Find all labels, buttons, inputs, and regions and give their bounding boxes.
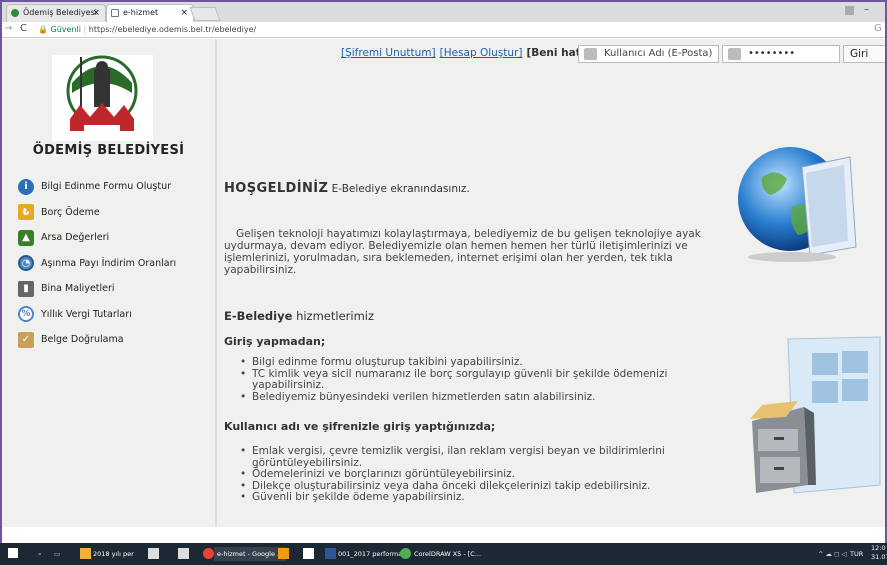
store-icon[interactable]	[178, 548, 189, 559]
reload-icon[interactable]: C	[20, 23, 27, 34]
sidebar-item-label: Yıllık Vergi Tutarları	[41, 308, 132, 320]
page-content: ÖDEMİŞ BELEDİYESİ i Bilgi Edinme Formu O…	[2, 39, 885, 527]
taskbar-item-coreldraw[interactable]: CorelDRAW X5 - [C...	[414, 547, 481, 561]
chrome-icon	[203, 548, 214, 559]
section2-title: Kullanıcı adı ve şifrenizle giriş yaptığ…	[224, 420, 496, 433]
welcome-text: E-Belediye ekranındasınız.	[331, 183, 470, 195]
coreldraw-icon	[400, 548, 411, 559]
list-item: Güvenli bir şekilde ödeme yapabilirsiniz…	[238, 491, 678, 504]
page-icon	[111, 9, 119, 17]
sidebar: ÖDEMİŞ BELEDİYESİ i Bilgi Edinme Formu O…	[2, 39, 215, 527]
sidebar-item-label: Borç Ödeme	[41, 206, 100, 218]
clock-date: 31.07.2	[871, 553, 887, 561]
list-item: Bilgi edinme formu oluşturup takibini ya…	[238, 356, 678, 369]
sidebar-divider	[215, 39, 217, 527]
close-tab-icon[interactable]: ×	[92, 5, 100, 21]
secure-label: Güvenli	[50, 25, 81, 34]
clock-time: 12:0	[871, 544, 886, 552]
user-icon	[584, 48, 597, 60]
forward-icon[interactable]: →	[4, 23, 12, 34]
sidebar-item-asinma-payi[interactable]: ◔ Aşınma Payı İndirim Oranları	[18, 251, 213, 277]
task-view-icon[interactable]: ▭	[54, 547, 60, 561]
lock-icon: 🔒	[38, 25, 48, 34]
list-item: Emlak vergisi, çevre temizlik vergisi, i…	[238, 445, 678, 469]
services-bold: E-Belediye	[224, 309, 293, 323]
password-value: ••••••••	[748, 48, 796, 59]
username-field[interactable]: Kullanıcı Adı (E-Posta)	[578, 45, 719, 63]
media-icon[interactable]	[278, 548, 289, 559]
sidebar-item-belge-dogrulama[interactable]: ✓ Belge Doğrulama	[18, 327, 213, 353]
list-item: TC kimlik veya sicil numaranız ile borç …	[238, 368, 678, 392]
sidebar-item-yillik-vergi[interactable]: % Yıllık Vergi Tutarları	[18, 302, 213, 328]
lock-icon	[728, 48, 741, 60]
odemis-logo-icon	[52, 55, 153, 141]
logo-text: ÖDEMİŞ BELEDİYESİ	[32, 143, 185, 158]
folder-icon	[80, 548, 91, 559]
sidebar-menu: i Bilgi Edinme Formu Oluştur ₺ Borç Ödem…	[18, 174, 213, 353]
calculator-icon[interactable]	[148, 548, 159, 559]
intro-paragraph: Gelişen teknoloji hayatımızı kolaylaştır…	[224, 228, 701, 276]
bookmark-icon[interactable]: G	[874, 23, 882, 34]
forgot-password-link[interactable]: [Şifremi Unuttum]	[341, 47, 436, 59]
tab-ehizmet[interactable]: e-hizmet ×	[106, 4, 194, 22]
url-field[interactable]: 🔒 Güvenli | https://ebelediye.odemis.bel…	[38, 23, 878, 37]
globe-folder-icon	[738, 147, 857, 262]
taskbar-item-folder[interactable]: 2018 yılı per	[93, 547, 134, 561]
sidebar-item-bina-maliyetleri[interactable]: ▮ Bina Maliyetleri	[18, 276, 213, 302]
taskbar-item-chrome[interactable]: e-hizmet - Google ...	[214, 547, 287, 561]
clock[interactable]: 12:031.07.2	[871, 544, 887, 561]
services-rest: hizmetlerimiz	[296, 309, 374, 323]
username-placeholder: Kullanıcı Adı (E-Posta)	[604, 48, 713, 59]
profile-icon[interactable]	[845, 6, 854, 15]
gauge-icon: ◔	[18, 255, 34, 272]
search-icon[interactable]: ⌕	[38, 547, 42, 561]
info-icon: i	[18, 178, 34, 195]
section2-list: Emlak vergisi, çevre temizlik vergisi, i…	[238, 445, 678, 504]
address-bar: → C 🔒 Güvenli | https://ebelediye.odemis…	[2, 22, 885, 38]
taskbar-item-word[interactable]: 001_2017 performa...	[338, 547, 408, 561]
sidebar-item-label: Bina Maliyetleri	[41, 283, 115, 295]
login-button[interactable]: Giri	[843, 45, 885, 63]
url-text: https://ebelediye.odemis.bel.tr/ebelediy…	[88, 25, 257, 34]
password-field[interactable]: ••••••••	[722, 45, 840, 63]
tray-icons[interactable]: ^ ☁ ◻ ◁	[818, 547, 847, 561]
word-icon	[325, 548, 336, 559]
sidebar-item-arsa-degerleri[interactable]: ▲ Arsa Değerleri	[18, 225, 213, 251]
close-tab-icon[interactable]: ×	[180, 5, 188, 21]
create-account-link[interactable]: [Hesap Oluştur]	[440, 47, 523, 59]
tab-odemis[interactable]: Ödemiş Belediyesi ×	[6, 4, 106, 22]
tab-label: e-hizmet	[123, 8, 159, 17]
taskbar: ⌕ ▭ 2018 yılı per e-hizmet - Google ... …	[0, 543, 887, 565]
wallet-icon: ₺	[18, 204, 34, 221]
section1-title: Giriş yapmadan;	[224, 335, 326, 348]
list-item: Belediyemiz bünyesindeki verilen hizmetl…	[238, 391, 678, 404]
minimize-icon[interactable]: –	[864, 4, 869, 15]
sidebar-item-borc-odeme[interactable]: ₺ Borç Ödeme	[18, 200, 213, 226]
language-indicator[interactable]: TUR	[850, 547, 863, 561]
land-icon: ▲	[18, 229, 34, 246]
welcome-title: HOŞGELDİNİZ	[224, 181, 329, 196]
new-tab-button[interactable]	[189, 7, 221, 21]
welcome-line: HOŞGELDİNİZ E-Belediye ekranındasınız.	[224, 181, 470, 196]
sidebar-item-bilgi-edinme[interactable]: i Bilgi Edinme Formu Oluştur	[18, 174, 213, 200]
sidebar-item-label: Belge Doğrulama	[41, 334, 124, 346]
tab-label: Ödemiş Belediyesi	[23, 8, 97, 17]
file-cabinet-icon	[750, 336, 881, 494]
start-icon[interactable]	[8, 548, 18, 558]
site-favicon-icon	[11, 9, 19, 17]
mail-icon[interactable]	[303, 548, 314, 559]
sidebar-item-label: Bilgi Edinme Formu Oluştur	[41, 181, 172, 193]
browser-window: Ödemiş Belediyesi × e-hizmet × – → C 🔒 G…	[0, 0, 887, 565]
section1-list: Bilgi edinme formu oluşturup takibini ya…	[238, 356, 678, 404]
tab-strip: Ödemiş Belediyesi × e-hizmet × –	[2, 2, 885, 22]
sidebar-item-label: Aşınma Payı İndirim Oranları	[41, 257, 177, 269]
sidebar-item-label: Arsa Değerleri	[41, 232, 110, 244]
document-icon: ✓	[18, 331, 34, 348]
percent-icon: %	[18, 306, 34, 323]
list-item: Ödemelerinizi ve borçlarınızı görüntüley…	[238, 468, 678, 481]
services-heading: E-Belediye hizmetlerimiz	[224, 309, 374, 323]
building-icon: ▮	[18, 280, 34, 297]
